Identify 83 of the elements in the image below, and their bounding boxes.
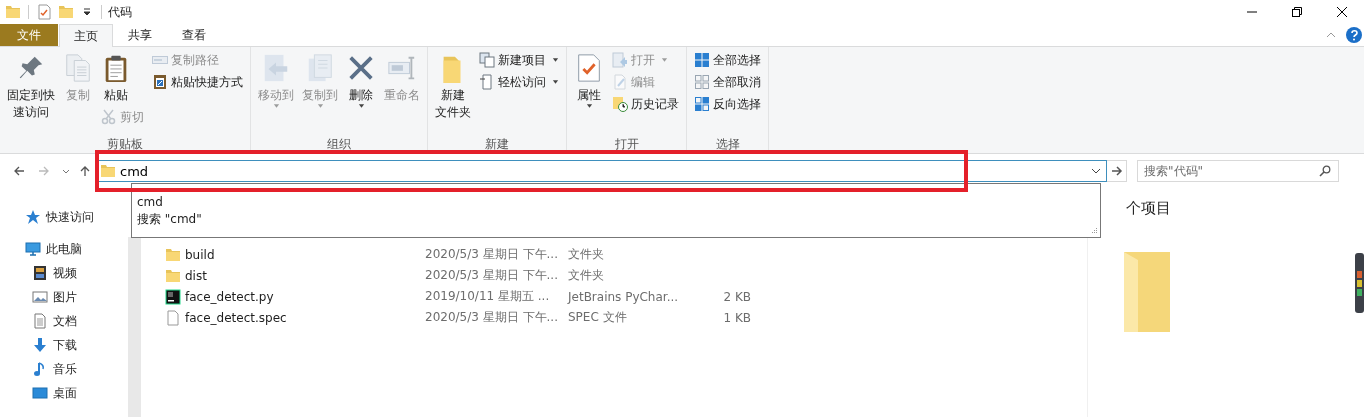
file-row[interactable]: face_detect.py 2019/10/11 星期五 ... JetBrains PyChar... 2 KB	[165, 286, 1087, 307]
document-icon	[32, 313, 48, 329]
chevron-down-icon	[62, 168, 70, 174]
caret-icon[interactable]	[83, 8, 91, 16]
forward-arrow-icon	[38, 165, 50, 177]
folder-icon	[165, 246, 181, 263]
desktop-icon	[32, 385, 48, 401]
ribbon-tab[interactable]: 共享	[113, 24, 167, 46]
properties-icon[interactable]	[36, 4, 52, 20]
file-row[interactable]: face_detect.spec 2020/5/3 星期日 下午... SPEC 文件 1 KB	[165, 307, 1087, 328]
go-button[interactable]	[1107, 160, 1127, 182]
ribbon-button[interactable]: 历史记录	[609, 93, 682, 115]
computer-icon	[25, 241, 41, 257]
new-item-icon	[479, 52, 495, 68]
folder-icon[interactable]	[58, 4, 74, 20]
resize-grip-icon[interactable]	[1090, 227, 1098, 235]
scissors-icon	[101, 109, 117, 125]
folder-icon[interactable]	[5, 4, 21, 20]
collapse-ribbon-icon[interactable]	[1326, 32, 1336, 38]
close-icon	[1336, 7, 1347, 17]
group-label: 剪贴板	[106, 137, 144, 153]
help-icon[interactable]	[1346, 27, 1362, 43]
app-icon	[1355, 253, 1364, 313]
sidebar-item[interactable]: 音乐	[0, 357, 128, 381]
group-label: 打开	[613, 137, 640, 153]
scrollbar[interactable]	[128, 237, 141, 417]
image-icon	[32, 289, 48, 305]
search-field[interactable]: 搜索"代码"	[1137, 160, 1339, 182]
file-row[interactable]: dist 2020/5/3 星期日 下午... 文件夹	[165, 265, 1087, 286]
sidebar-item[interactable]: 图片	[0, 285, 128, 309]
ribbon-button[interactable]: 属性	[571, 49, 607, 110]
window-title: 代码	[108, 3, 132, 21]
file-menu-button[interactable]: 文件	[0, 24, 58, 46]
ribbon-button[interactable]: 新建项目	[476, 49, 562, 71]
ribbon-button[interactable]: 删除	[343, 49, 379, 110]
download-icon	[32, 337, 48, 353]
sidebar-item[interactable]: 快速访问	[0, 205, 128, 229]
group-label: 组织	[326, 137, 352, 153]
suggestion-item[interactable]: 搜索 "cmd"	[137, 211, 1100, 228]
right-arrow-icon	[1110, 165, 1123, 177]
file-icon	[165, 309, 181, 326]
ribbon-button[interactable]: 全部选择	[691, 49, 764, 71]
sidebar-item[interactable]: 视频	[0, 261, 128, 285]
ribbon-button[interactable]: 全部取消	[691, 71, 764, 93]
minimize-icon	[1246, 11, 1257, 13]
item-count: 个项目	[1126, 199, 1171, 218]
shortcut-icon	[152, 74, 168, 90]
group-label: 选择	[714, 137, 741, 153]
ribbon-button[interactable]: 粘贴	[98, 49, 134, 106]
pycharm-file-icon	[165, 288, 181, 305]
ribbon-button[interactable]: 新建 文件夹	[432, 49, 474, 123]
search-icon[interactable]	[1319, 165, 1331, 177]
back-arrow-icon	[13, 165, 25, 177]
search-input[interactable]: 搜索"代码"	[1138, 164, 1319, 178]
select-none-icon	[694, 74, 710, 90]
suggestion-item[interactable]: cmd	[137, 194, 1100, 211]
invert-selection-icon	[694, 96, 710, 112]
sidebar-item[interactable]: 此电脑	[0, 237, 128, 261]
ribbon-button[interactable]: 粘贴快捷方式	[149, 71, 246, 93]
address-input[interactable]: cmd	[120, 163, 1091, 179]
restore-icon	[1291, 7, 1302, 17]
film-icon	[32, 265, 48, 281]
sidebar-item[interactable]: 桌面	[0, 381, 128, 405]
ribbon-button[interactable]: 固定到快 速访问	[4, 49, 58, 123]
select-all-icon	[694, 52, 710, 68]
group-label: 新建	[484, 137, 510, 153]
document-icon	[479, 74, 495, 90]
ribbon-tab[interactable]: 查看	[167, 24, 221, 46]
star-icon	[25, 209, 41, 225]
ribbon-button[interactable]: 轻松访问	[476, 71, 562, 93]
copy-icon	[63, 53, 93, 83]
open-icon	[612, 52, 628, 68]
chevron-down-icon[interactable]	[1091, 168, 1101, 174]
sidebar-item[interactable]: 文档	[0, 309, 128, 333]
up-arrow-icon	[79, 165, 91, 177]
ribbon-tab[interactable]: 主页	[59, 24, 113, 47]
folder-icon	[100, 163, 116, 179]
edit-icon	[612, 74, 628, 90]
sidebar-item[interactable]: 下载	[0, 333, 128, 357]
ribbon-button[interactable]: 反向选择	[691, 93, 764, 115]
history-icon	[612, 96, 628, 112]
file-row[interactable]: build 2020/5/3 星期日 下午... 文件夹	[165, 244, 1087, 265]
folder-icon	[165, 267, 181, 284]
